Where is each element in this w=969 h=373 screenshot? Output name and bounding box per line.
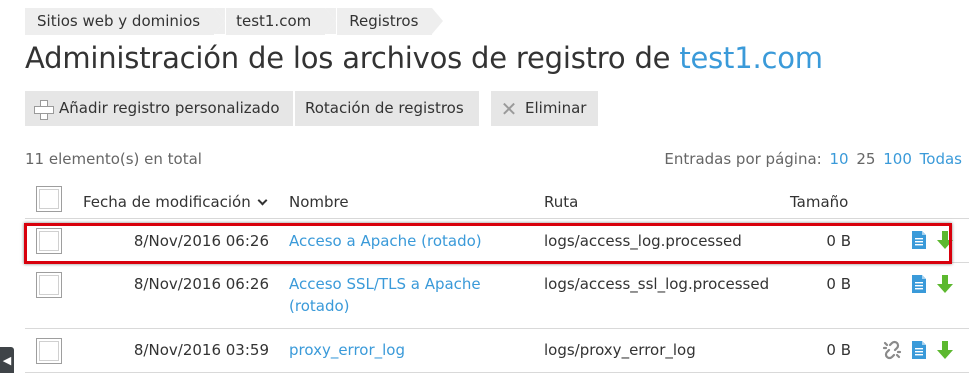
breadcrumb-item-websites[interactable]: Sitios web y dominios (25, 8, 226, 35)
chevron-down-icon (257, 195, 268, 206)
row-size: 0 B (826, 232, 851, 250)
row-size: 0 B (826, 275, 851, 293)
download-icon[interactable] (936, 340, 954, 360)
logs-table: Fecha de modificación Nombre Ruta Tamaño… (25, 183, 969, 373)
doc-icon[interactable] (911, 274, 927, 294)
toolbar: Añadir registro personalizado Rotación d… (25, 91, 598, 126)
row-date: 8/Nov/2016 06:26 (133, 232, 269, 250)
row-actions (873, 340, 954, 360)
column-header-path[interactable]: Ruta (544, 193, 578, 211)
doc-icon[interactable] (911, 340, 927, 360)
breadcrumb-item-logs[interactable]: Registros (325, 8, 444, 35)
total-items-count: 11 elemento(s) en total (25, 150, 202, 168)
per-page-option-100[interactable]: 100 (883, 150, 912, 168)
download-icon[interactable] (936, 274, 954, 294)
close-icon: ✕ (500, 96, 518, 121)
chevron-left-icon: ◀ (2, 354, 12, 367)
table-row: 8/Nov/2016 06:26 Acceso a Apache (rotado… (25, 219, 969, 263)
column-header-size[interactable]: Tamaño (790, 193, 848, 211)
per-page-label: Entradas por página: (664, 150, 822, 168)
column-header-name[interactable]: Nombre (289, 193, 349, 211)
per-page-option-all[interactable]: Todas (920, 150, 962, 168)
breadcrumb-item-domain[interactable]: test1.com (214, 8, 337, 35)
log-rotation-label: Rotación de registros (305, 99, 464, 117)
log-rotation-button[interactable]: Rotación de registros (295, 91, 479, 126)
select-all-checkbox[interactable] (36, 186, 62, 212)
row-path: logs/access_log.processed (544, 232, 742, 250)
add-custom-log-button[interactable]: Añadir registro personalizado (25, 91, 293, 126)
per-page-option-10[interactable]: 10 (830, 150, 849, 168)
row-name-link[interactable]: proxy_error_log (289, 339, 519, 361)
delete-button[interactable]: ✕ Eliminar (491, 91, 598, 126)
row-actions (902, 230, 954, 250)
row-path: logs/access_ssl_log.processed (544, 275, 770, 293)
table-row: 8/Nov/2016 03:59 proxy_error_log logs/pr… (25, 329, 969, 373)
per-page-selector: Entradas por página: 10 25 100 Todas (664, 150, 962, 168)
row-date: 8/Nov/2016 03:59 (133, 341, 269, 359)
page-title-text: Administración de los archivos de regist… (25, 41, 680, 75)
doc-icon[interactable] (911, 230, 927, 250)
row-path: logs/proxy_error_log (544, 341, 696, 359)
delete-label: Eliminar (525, 99, 587, 117)
column-header-date-label: Fecha de modificación (83, 193, 251, 211)
per-page-option-25: 25 (856, 150, 876, 168)
row-date: 8/Nov/2016 06:26 (133, 275, 269, 293)
download-icon[interactable] (936, 230, 954, 250)
row-name-link[interactable]: Acceso a Apache (rotado) (289, 230, 519, 252)
page-title-domain-link[interactable]: test1.com (679, 41, 823, 75)
collapse-panel-tab[interactable]: ◀ (0, 347, 14, 373)
add-custom-log-label: Añadir registro personalizado (59, 99, 280, 117)
plus-icon (34, 99, 54, 120)
row-actions (902, 274, 954, 294)
table-header: Fecha de modificación Nombre Ruta Tamaño (25, 183, 969, 219)
page-title: Administración de los archivos de regist… (25, 41, 823, 75)
row-size: 0 B (826, 341, 851, 359)
row-name-link[interactable]: Acceso SSL/TLS a Apache (rotado) (289, 273, 519, 317)
column-header-date[interactable]: Fecha de modificación (83, 193, 268, 211)
unlink-icon[interactable] (882, 340, 902, 360)
breadcrumb: Sitios web y dominios test1.com Registro… (25, 8, 444, 35)
table-row: 8/Nov/2016 06:26 Acceso SSL/TLS a Apache… (25, 263, 969, 329)
